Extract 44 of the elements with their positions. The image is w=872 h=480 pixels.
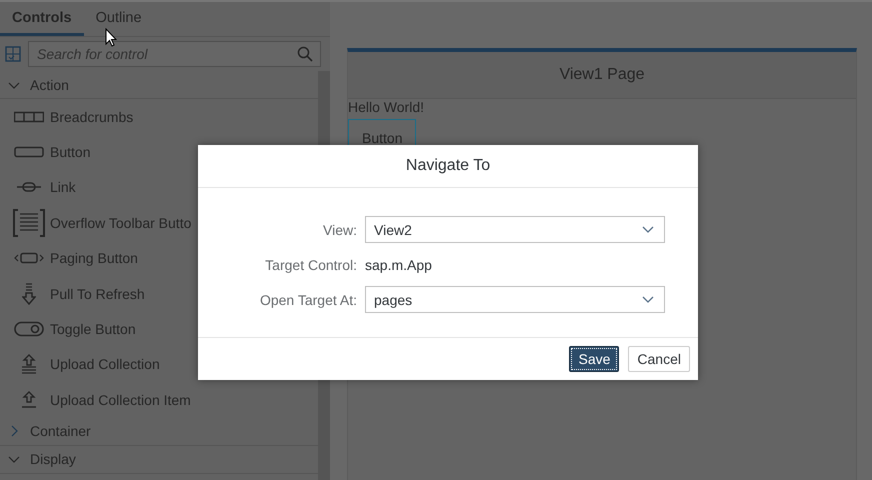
control-item[interactable]: Upload Collection [50, 356, 160, 372]
select-value: View2 [374, 222, 412, 238]
field-label: Open Target At: [258, 292, 358, 308]
field-value: sap.m.App [365, 256, 432, 272]
pull-control-icon [22, 282, 36, 305]
select-field[interactable]: pages [365, 286, 665, 313]
group-header[interactable]: Action [0, 71, 318, 99]
page-title: View1 Page [559, 66, 645, 84]
control-item[interactable]: Overflow Toolbar Butto [50, 214, 192, 231]
toggle-control-icon [14, 321, 44, 338]
tab[interactable]: Outline [84, 2, 154, 36]
cancel-button[interactable]: Cancel [628, 346, 690, 372]
group-label: Action [30, 76, 69, 92]
upload-control-icon [21, 390, 37, 409]
upload-list-control-icon [21, 354, 37, 374]
select-field[interactable]: View2 [365, 216, 665, 243]
field-label: View: [322, 222, 358, 238]
control-item[interactable]: Button [50, 144, 90, 160]
control-item[interactable]: Toggle Button [50, 321, 136, 338]
control-item[interactable]: Upload Collection Item [50, 392, 191, 408]
dialog-title: Navigate To [406, 157, 490, 175]
field-label: Target Control: [264, 256, 358, 272]
control-item[interactable]: Paging Button [50, 250, 138, 266]
control-item[interactable]: Breadcrumbs [50, 108, 134, 125]
palette-icon[interactable] [5, 46, 21, 62]
paging-control-icon [14, 252, 44, 264]
cursor-icon [105, 28, 117, 47]
select-value: pages [374, 292, 412, 308]
group-label: Container [30, 423, 91, 440]
breadcrumbs-control-icon [14, 110, 44, 123]
control-item[interactable]: Link [50, 179, 76, 196]
group-label: Display [30, 451, 76, 468]
control-item[interactable]: Pull To Refresh [50, 286, 145, 302]
tab[interactable]: Controls [0, 2, 84, 36]
hello-text: Hello World! [348, 99, 425, 115]
chevron-down-icon[interactable] [642, 296, 654, 304]
chevron-down-icon[interactable] [642, 226, 654, 234]
button-control-icon [14, 146, 44, 158]
group-header[interactable]: Display [0, 446, 318, 474]
overflow-control-icon [13, 208, 45, 237]
save-button[interactable]: Save [569, 346, 620, 372]
group-header[interactable]: Container [0, 418, 318, 446]
search-icon[interactable] [297, 46, 313, 62]
link-control-icon [16, 181, 42, 194]
